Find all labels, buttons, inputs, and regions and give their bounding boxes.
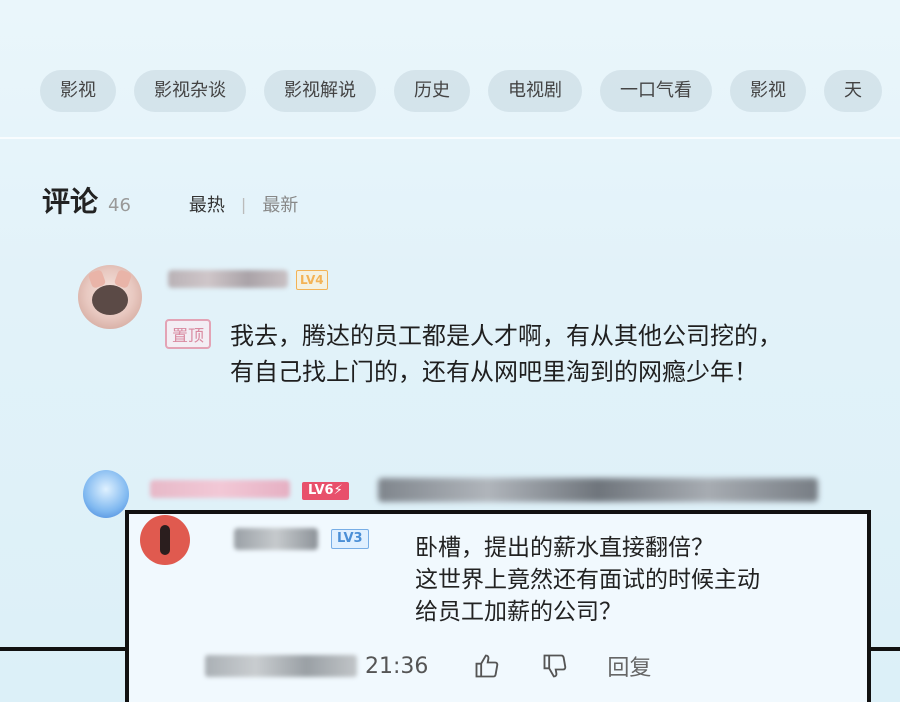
tag-item[interactable]: 天 <box>824 70 882 112</box>
sort-hot-button[interactable]: 最热 <box>189 191 225 217</box>
tag-item[interactable]: 影视杂谈 <box>134 70 246 112</box>
tag-item[interactable]: 一口气看 <box>600 70 712 112</box>
comment-text: 卧槽，提出的薪水直接翻倍？ 这世界上竟然还有面试的时候主动 给员工加薪的公司？ <box>415 532 760 628</box>
thumbs-down-icon[interactable] <box>541 652 569 680</box>
comment-meta: 21:36 回复 <box>205 650 651 682</box>
level-badge: LV6⚡ <box>302 482 349 500</box>
tag-item[interactable]: 电视剧 <box>488 70 582 112</box>
sort-separator: | <box>240 194 247 214</box>
comment-line: 这世界上竟然还有面试的时候主动 <box>415 567 760 593</box>
comments-header: 评论 46 最热 | 最新 <box>42 180 298 220</box>
level-badge: LV4 <box>296 270 328 290</box>
comment-line: 给员工加薪的公司？ <box>415 599 622 625</box>
reply-button[interactable]: 回复 <box>607 650 651 682</box>
comment-date-blurred <box>205 655 357 677</box>
avatar-figure <box>160 525 170 555</box>
sort-switch: 最热 | 最新 <box>189 191 298 217</box>
comment-line: 有自己找上门的，还有从网吧里淘到的网瘾少年！ <box>230 358 758 386</box>
avatar-face <box>92 285 128 315</box>
comment-line: 卧槽，提出的薪水直接翻倍？ <box>415 535 714 561</box>
level-badge: LV3 <box>331 529 369 549</box>
username-blurred[interactable] <box>150 480 290 498</box>
thumbs-up-icon[interactable] <box>473 652 501 680</box>
comments-title: 评论 <box>42 185 99 218</box>
avatar[interactable] <box>78 265 142 329</box>
comment-time: 21:36 <box>365 653 429 679</box>
sort-new-button[interactable]: 最新 <box>262 191 298 217</box>
tag-item[interactable]: 历史 <box>394 70 470 112</box>
avatar[interactable] <box>140 515 190 565</box>
category-tag-bar: 影视 影视杂谈 影视解说 历史 电视剧 一口气看 影视天 <box>40 70 900 116</box>
tag-item[interactable]: 影视 <box>40 70 116 112</box>
comment-text-blurred <box>378 478 818 502</box>
section-divider <box>0 137 900 139</box>
username-blurred[interactable] <box>234 528 318 550</box>
username-blurred[interactable] <box>168 270 288 288</box>
comment-text: 我去，腾达的员工都是人才啊，有从其他公司挖的， 有自己找上门的，还有从网吧里淘到… <box>230 318 900 390</box>
tag-item[interactable]: 影视 <box>730 70 806 112</box>
tag-item[interactable]: 影视解说 <box>264 70 376 112</box>
avatar[interactable] <box>83 470 129 518</box>
comments-count: 46 <box>108 195 131 216</box>
comment-line: 我去，腾达的员工都是人才啊，有从其他公司挖的， <box>230 322 782 350</box>
pinned-badge: 置顶 <box>165 319 212 349</box>
